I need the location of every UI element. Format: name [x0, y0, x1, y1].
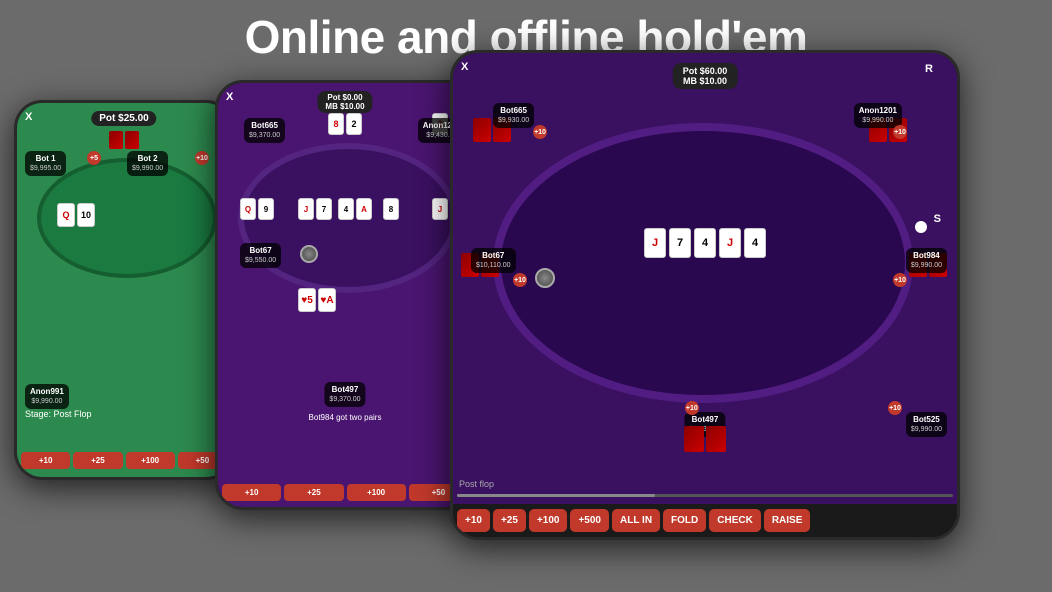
community-card-1: Q	[57, 203, 75, 227]
pot-label-left: Pot $25.00	[91, 111, 156, 126]
dealer-button	[915, 221, 927, 233]
btn-100-mid[interactable]: +100	[347, 484, 406, 501]
btn-10-mid[interactable]: +10	[222, 484, 281, 501]
btn-allin-right[interactable]: ALL IN	[612, 509, 660, 532]
btn-500-right[interactable]: +500	[570, 509, 609, 532]
mid-cards-row4: 8	[383, 198, 399, 220]
badge-bot1: +5	[87, 151, 101, 165]
pot-label-mid: Pot $0.00 MB $10.00	[317, 91, 372, 113]
player-bot984-right: Bot984 $9,990.00	[906, 248, 947, 273]
table-right	[493, 123, 913, 403]
badge-anon1201-right: +10	[893, 125, 907, 139]
action-buttons-left: +10 +25 +100 +50	[21, 452, 227, 469]
community-cards-right: J 7 4 J 4	[644, 228, 766, 258]
close-button-mid[interactable]: X	[226, 91, 233, 103]
player-bot665-mid: Bot665 $9,370.00	[244, 118, 285, 143]
post-flop-label: Post flop	[459, 479, 494, 489]
action-buttons-mid: +10 +25 +100 +50	[222, 484, 468, 501]
mid-cards-row3: 4 A	[338, 198, 372, 220]
community-cards-mid-top: 8 2	[328, 113, 362, 135]
right-phone: X R S Pot $60.00 MB $10.00 J 7 4 J 4	[450, 50, 960, 540]
btn-25-right[interactable]: +25	[493, 509, 526, 532]
btn-100-right[interactable]: +100	[529, 509, 568, 532]
player-bot665-right: Bot665 $9,930.00	[493, 103, 534, 128]
btn-25-mid[interactable]: +25	[284, 484, 343, 501]
player-bot67-mid: Bot67 $9,550.00	[240, 243, 281, 268]
r-label: R	[925, 63, 933, 75]
close-button-left[interactable]: X	[25, 111, 32, 123]
right-screen: X R S Pot $60.00 MB $10.00 J 7 4 J 4	[453, 53, 957, 537]
player-bot1: Bot 1 $9,995.00	[25, 151, 66, 176]
player-bot2: Bot 2 $9,990.00	[127, 151, 168, 176]
chip-bot67	[300, 245, 318, 263]
btn-raise-right[interactable]: RAISE	[764, 509, 811, 532]
btn-check-right[interactable]: CHECK	[709, 509, 761, 532]
card-back-2	[125, 131, 139, 149]
progress-bar-right	[457, 494, 953, 497]
mid-screen: X Pot $0.00 MB $10.00 8 2 3 6 Bot665 $9,…	[218, 83, 472, 507]
badge-bot2: +10	[195, 151, 209, 165]
comm-card-2: 2	[346, 113, 362, 135]
badge-bot497-right: +10	[685, 401, 699, 415]
community-card-2: 10	[77, 203, 95, 227]
player-anon1201-right: Anon1201 $9,990.00	[854, 103, 902, 128]
mid-cards-row: Q 9	[240, 198, 274, 220]
left-screen: X Pot $25.00 Bot 1 $9,995.00 +5 Bot 2 $9…	[17, 103, 231, 477]
player-anon991: Anon991 $9,990.00	[25, 384, 69, 409]
player-bot525-right: Bot525 $9,990.00	[906, 412, 947, 437]
close-button-right[interactable]: X	[461, 61, 468, 73]
action-bar-right: +10 +25 +100 +500 ALL IN FOLD CHECK RAIS…	[453, 504, 957, 537]
mid-cards-row2: J 7	[298, 198, 332, 220]
badge-bot67-right: +10	[513, 273, 527, 287]
s-label: S	[934, 213, 941, 225]
player-bot497-mid: Bot497 $9,370.00	[324, 382, 365, 407]
top-cards-left	[109, 131, 139, 149]
bot497-cards: ♥5 ♥A	[298, 288, 336, 312]
pot-label-right: Pot $60.00 MB $10.00	[673, 63, 738, 89]
progress-bar-fill	[457, 494, 655, 497]
badge-bot525-right: +10	[888, 401, 902, 415]
stage-label: Stage: Post Flop	[25, 409, 92, 419]
player-bot67-right: Bot67 $10,110.00	[471, 248, 516, 273]
card-back-1	[109, 131, 123, 149]
badge-bot665-right: +10	[533, 125, 547, 139]
bottom-cards	[684, 426, 726, 452]
left-phone: X Pot $25.00 Bot 1 $9,995.00 +5 Bot 2 $9…	[14, 100, 234, 480]
mid-message: Bot984 got two pairs	[222, 413, 468, 422]
btn-10-left[interactable]: +10	[21, 452, 70, 469]
btn-25-left[interactable]: +25	[73, 452, 122, 469]
mid-phone: X Pot $0.00 MB $10.00 8 2 3 6 Bot665 $9,…	[215, 80, 475, 510]
badge-bot984-right: +10	[893, 273, 907, 287]
btn-10-right[interactable]: +10	[457, 509, 490, 532]
chip-bot67-right	[535, 268, 555, 288]
comm-card-8: 8	[328, 113, 344, 135]
btn-fold-right[interactable]: FOLD	[663, 509, 706, 532]
btn-100-left[interactable]: +100	[126, 452, 175, 469]
